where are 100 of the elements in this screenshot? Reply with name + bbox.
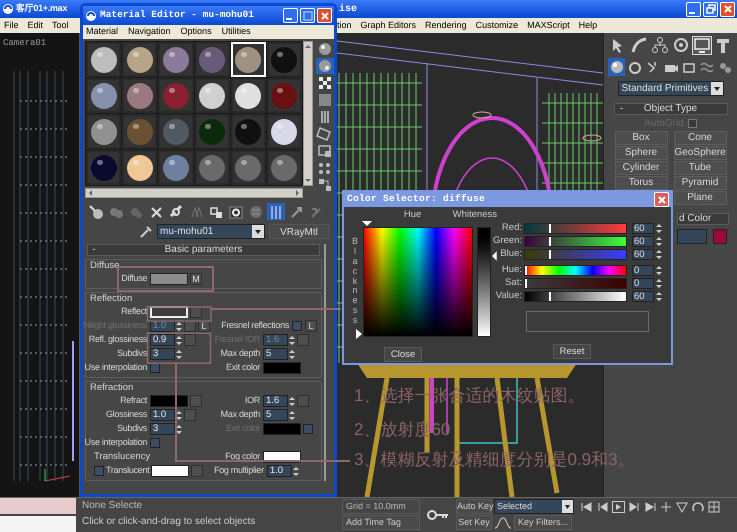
rollout-header[interactable]: d Color bbox=[677, 213, 729, 225]
map-button[interactable] bbox=[184, 320, 196, 332]
checkbox[interactable] bbox=[303, 424, 313, 434]
toolbar-button[interactable] bbox=[316, 58, 334, 74]
rollout-toggle[interactable]: - bbox=[88, 245, 100, 255]
color-swatch[interactable] bbox=[263, 362, 301, 374]
slider-marker[interactable] bbox=[525, 279, 527, 288]
spinner-arrows-icon[interactable] bbox=[656, 291, 662, 302]
go-to-end-icon[interactable] bbox=[644, 501, 657, 513]
primitive-button[interactable]: Tube bbox=[674, 161, 726, 175]
script-listener-field[interactable] bbox=[0, 498, 76, 532]
spinner-field[interactable]: 1.6 bbox=[263, 395, 288, 407]
checkbox[interactable] bbox=[150, 363, 160, 373]
spinner-field[interactable]: 60 bbox=[632, 249, 654, 260]
spinner-field[interactable]: 1.0 bbox=[266, 465, 292, 477]
spinner-field[interactable]: 0.9 bbox=[150, 334, 175, 346]
maximize-button[interactable] bbox=[300, 8, 315, 23]
color-swatch[interactable] bbox=[712, 229, 726, 244]
spinner-arrows-icon[interactable] bbox=[176, 320, 182, 332]
channel-slider[interactable] bbox=[524, 236, 627, 247]
channel-slider[interactable] bbox=[524, 223, 627, 234]
spinner-arrows-icon[interactable] bbox=[656, 249, 662, 260]
restore-button[interactable] bbox=[703, 2, 718, 16]
checkbox[interactable] bbox=[688, 118, 697, 128]
spinner-field[interactable]: 3 bbox=[150, 348, 175, 360]
map-button[interactable] bbox=[190, 306, 202, 318]
toolbar-button[interactable] bbox=[87, 203, 105, 220]
toolbar-button[interactable] bbox=[316, 177, 334, 193]
close-button[interactable] bbox=[720, 2, 735, 16]
spinner-field[interactable]: 60 bbox=[632, 291, 654, 302]
whiteness-bar[interactable] bbox=[477, 227, 492, 337]
key-mode-dropdown[interactable]: Selected bbox=[494, 499, 574, 514]
menu-item[interactable]: MAXScript bbox=[527, 18, 570, 32]
eyedropper-icon[interactable] bbox=[139, 224, 153, 238]
slider-marker[interactable] bbox=[548, 250, 551, 259]
rollout-toggle[interactable]: - bbox=[614, 104, 628, 114]
menu-item[interactable]: Edit bbox=[28, 18, 44, 32]
channel-slider[interactable] bbox=[524, 278, 627, 289]
orbit-icon[interactable] bbox=[692, 501, 705, 513]
close-button[interactable]: Close bbox=[384, 347, 422, 362]
spinner-field[interactable]: 60 bbox=[632, 236, 654, 247]
menu-item[interactable]: Utilities bbox=[222, 25, 251, 39]
spinner-arrows-icon[interactable] bbox=[656, 278, 662, 289]
field-of-view-icon[interactable] bbox=[676, 501, 689, 513]
toolbar-button[interactable] bbox=[316, 41, 334, 57]
spinner-arrows-icon[interactable] bbox=[176, 334, 182, 346]
spinner-field[interactable]: 60 bbox=[632, 223, 654, 234]
primitive-button[interactable]: Cylinder bbox=[614, 161, 668, 175]
checkbox[interactable] bbox=[94, 466, 104, 476]
panel-subtab[interactable] bbox=[608, 58, 625, 76]
menu-item[interactable]: File bbox=[4, 18, 19, 32]
channel-slider[interactable] bbox=[524, 265, 627, 276]
primitive-button[interactable]: Box bbox=[614, 131, 668, 145]
hue-blackness-picker[interactable] bbox=[363, 227, 474, 337]
color-swatch[interactable] bbox=[151, 465, 190, 477]
pan-icon[interactable] bbox=[660, 501, 673, 513]
set-key-button[interactable]: Set Key bbox=[456, 515, 492, 530]
spinner-arrows-icon[interactable] bbox=[292, 466, 299, 476]
spinner-arrows-icon[interactable] bbox=[176, 410, 182, 420]
spinner-arrows-icon[interactable] bbox=[289, 348, 295, 360]
primitive-button[interactable]: Plane bbox=[674, 191, 726, 205]
spinner-field[interactable]: 5 bbox=[263, 348, 288, 360]
next-frame-icon[interactable] bbox=[628, 501, 641, 513]
material-type-button[interactable]: VRayMtl bbox=[269, 224, 329, 239]
spinner-arrows-icon[interactable] bbox=[656, 223, 662, 234]
category-dropdown[interactable]: Standard Primitives bbox=[618, 81, 724, 96]
primitive-button[interactable]: Torus bbox=[614, 176, 668, 190]
triangle-marker-icon[interactable] bbox=[356, 329, 362, 339]
go-to-start-icon[interactable] bbox=[580, 501, 593, 513]
toolbar-button[interactable] bbox=[316, 126, 334, 142]
panel-tab[interactable] bbox=[650, 36, 670, 54]
triangle-marker-icon[interactable] bbox=[362, 221, 372, 226]
checkbox[interactable] bbox=[292, 321, 302, 331]
up-arrow-icon[interactable] bbox=[304, 42, 312, 50]
toolbar-button[interactable] bbox=[316, 75, 334, 91]
menu-item[interactable]: Navigation bbox=[128, 25, 171, 39]
spinner-arrows-icon[interactable] bbox=[656, 236, 662, 247]
rollout-header[interactable]: - Object Type bbox=[614, 103, 728, 115]
auto-key-button[interactable]: Auto Key bbox=[456, 499, 492, 514]
map-button[interactable]: L bbox=[305, 320, 317, 332]
slider-marker[interactable] bbox=[548, 237, 551, 246]
toolbar-button[interactable] bbox=[167, 203, 185, 220]
down-arrow-icon[interactable] bbox=[304, 177, 312, 185]
play-icon[interactable] bbox=[612, 501, 625, 513]
spinner-field[interactable]: 3 bbox=[150, 423, 175, 435]
menu-item[interactable]: Material bbox=[86, 25, 118, 39]
map-button[interactable]: L bbox=[198, 320, 210, 332]
menu-item[interactable]: Graph Editors bbox=[360, 18, 416, 32]
spinner-arrows-icon[interactable] bbox=[176, 348, 182, 360]
channel-slider[interactable] bbox=[524, 249, 627, 260]
slider-marker[interactable] bbox=[525, 266, 527, 275]
menu-item[interactable]: tion bbox=[337, 18, 352, 32]
spinner-field[interactable]: 0 bbox=[632, 265, 654, 276]
key-filters-button[interactable]: Key Filters... bbox=[514, 515, 572, 530]
right-arrow-icon[interactable] bbox=[294, 189, 302, 197]
reset-button[interactable]: Reset bbox=[553, 344, 591, 359]
slider-marker[interactable] bbox=[548, 224, 551, 233]
menu-item[interactable]: Rendering bbox=[425, 18, 467, 32]
slider-marker[interactable] bbox=[548, 292, 551, 301]
color-swatch[interactable] bbox=[150, 273, 188, 285]
